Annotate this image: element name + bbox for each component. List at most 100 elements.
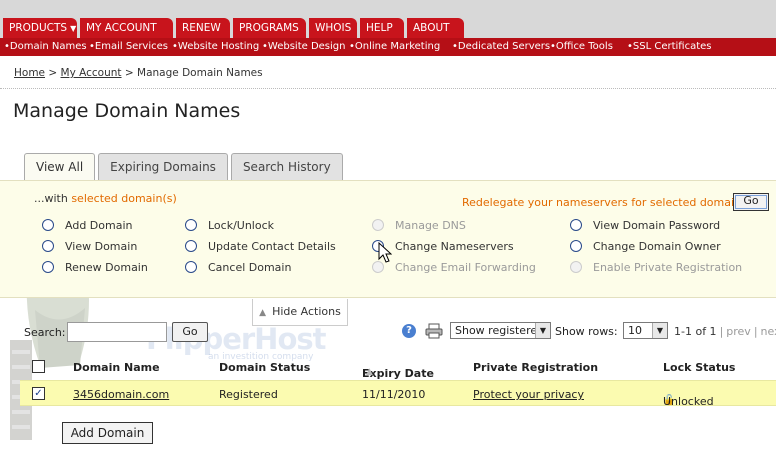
radio-icon [570,261,582,273]
page-range: 1-1 of 1 [674,325,717,338]
add-domain-button[interactable]: Add Domain [62,422,153,444]
tab-search-history[interactable]: Search History [230,153,343,180]
nav-tab-help[interactable]: HELP [360,18,404,38]
radio-icon[interactable] [185,261,197,273]
lock-status-value: Unlocked [663,395,714,408]
option-cancel-domain[interactable]: Cancel Domain [185,261,291,275]
breadcrumb: Home > My Account > Manage Domain Names [14,67,263,79]
domain-name-link[interactable]: 3456domain.com [73,388,169,401]
nav-tab-label: MY ACCOUNT [86,22,157,34]
radio-icon[interactable] [42,240,54,252]
rows-per-page-select[interactable]: 10 ▼ [623,322,668,339]
prev-page-link[interactable]: prev [726,325,751,338]
redelegate-link[interactable]: Redelegate your nameservers for selected… [462,196,763,209]
option-change-domain-owner[interactable]: Change Domain Owner [570,240,721,254]
subnav-item-domain-names[interactable]: •Domain Names [4,38,87,56]
with-selected-emphasis: selected domain(s) [71,192,177,205]
triangle-up-icon: ▲ [259,308,267,318]
nav-tab-label: PRODUCTS [9,22,68,34]
tab-expiring-domains[interactable]: Expiring Domains [98,153,228,180]
help-icon[interactable]: ? [402,324,416,338]
nav-tab-label: RENEW [182,22,221,34]
status-filter-select[interactable]: Show registered ▼ [450,322,551,339]
with-selected-prefix: ...with [34,192,72,205]
radio-icon[interactable] [570,240,582,252]
subnav-item-office-tools[interactable]: •Office Tools [550,38,613,56]
nav-tab-renew[interactable]: RENEW [176,18,230,38]
expiry-date: 11/11/2010 [362,388,426,401]
nav-tab-label: ABOUT [413,22,450,34]
radio-icon[interactable] [42,261,54,273]
column-header-domain-name[interactable]: Domain Name [73,361,160,374]
row-checkbox[interactable]: ✓ [32,387,45,400]
tab-view-all[interactable]: View All [24,153,96,180]
pagination: 1-1 of 1|prev|next [674,325,776,338]
search-input[interactable] [67,322,167,342]
nav-tab-products[interactable]: PRODUCTS ▼ [3,18,77,38]
option-update-contact-details[interactable]: Update Contact Details [185,240,336,254]
with-selected-label: ...with selected domain(s) [34,192,177,205]
radio-icon[interactable] [42,219,54,231]
chevron-down-icon: ▼ [652,323,667,338]
table-header: Domain Name Domain Status Expiry Date ▲ P… [20,355,776,380]
table-row: ✓ 3456domain.com Registered 11/11/2010 P… [20,380,776,408]
nav-tab-about[interactable]: ABOUT [407,18,464,38]
subnav-item-website-design[interactable]: •Website Design [262,38,345,56]
protect-privacy-link[interactable]: Protect your privacy [473,388,584,401]
option-enable-private-registration: Enable Private Registration [570,261,742,275]
option-label: Lock/Unlock [208,219,275,232]
option-label: Renew Domain [65,261,148,274]
nav-tab-my-account[interactable]: MY ACCOUNT [80,18,173,38]
subnav-item-website-hosting[interactable]: •Website Hosting [172,38,259,56]
option-label: Change Domain Owner [593,240,721,253]
page-title: Manage Domain Names [13,100,241,122]
hide-actions-button[interactable]: ▲ Hide Actions [252,299,348,326]
redelegate-go-button[interactable]: Go [733,193,769,211]
radio-icon[interactable] [185,240,197,252]
status-filter-value: Show registered [455,324,545,337]
nav-tab-label: HELP [366,22,393,34]
option-view-domain-password[interactable]: View Domain Password [570,219,720,233]
divider [0,88,776,89]
breadcrumb-separator: > [124,67,134,79]
option-label: Change Nameservers [395,240,514,253]
actions-panel: ...with selected domain(s) Redelegate yo… [0,180,776,298]
nav-tab-whois[interactable]: WHOIS [309,18,357,38]
select-all-checkbox[interactable] [32,360,45,373]
radio-icon [372,219,384,231]
option-label: View Domain Password [593,219,721,232]
column-header-private-registration[interactable]: Private Registration [473,361,598,374]
subnav-item-online-marketing[interactable]: •Online Marketing [349,38,440,56]
top-navigation: PRODUCTS ▼ MY ACCOUNT RENEW PROGRAMS WHOI… [0,0,776,38]
nav-tab-programs[interactable]: PROGRAMS [233,18,306,38]
option-lock-unlock[interactable]: Lock/Unlock [185,219,274,233]
nav-tab-label: WHOIS [315,22,352,34]
option-add-domain[interactable]: Add Domain [42,219,132,233]
show-rows-label: Show rows: [555,325,618,338]
subnav-item-ssl-certificates[interactable]: •SSL Certificates [627,38,712,56]
subnav-item-email-services[interactable]: •Email Services [89,38,168,56]
option-label: Enable Private Registration [593,261,743,274]
option-label: Update Contact Details [208,240,336,253]
radio-icon[interactable] [185,219,197,231]
printer-icon[interactable] [425,323,443,339]
option-view-domain[interactable]: View Domain [42,240,137,254]
breadcrumb-home-link[interactable]: Home [14,67,45,79]
option-manage-dns: Manage DNS [372,219,466,233]
breadcrumb-account-link[interactable]: My Account [61,67,122,79]
option-renew-domain[interactable]: Renew Domain [42,261,148,275]
option-change-nameservers[interactable]: Change Nameservers [372,240,514,254]
pagination-separator: | [753,325,758,338]
option-label: Manage DNS [395,219,466,232]
rows-per-page-value: 10 [628,324,642,337]
pagination-separator: | [719,325,724,338]
page-tabs: View All Expiring Domains Search History [24,153,346,180]
next-page-link[interactable]: next [761,325,776,338]
nav-tab-label: PROGRAMS [239,22,299,34]
column-header-domain-status[interactable]: Domain Status [219,361,310,374]
radio-icon[interactable] [570,219,582,231]
subnav-item-dedicated-servers[interactable]: •Dedicated Servers [452,38,550,56]
search-go-button[interactable]: Go [172,322,208,342]
column-header-lock-status[interactable]: Lock Status [663,361,735,374]
radio-icon[interactable] [372,240,384,252]
